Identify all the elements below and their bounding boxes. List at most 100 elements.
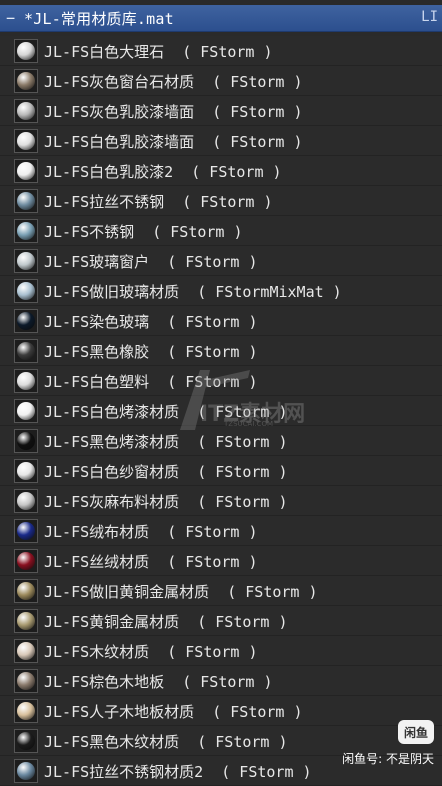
material-preview-icon [14,519,38,543]
material-row[interactable]: JL-FS玻璃窗户 ( FStorm ) [0,246,442,276]
material-label: JL-FS人子木地板材质 ( FStorm ) [44,703,303,721]
material-sphere-icon [17,462,35,480]
material-preview-icon [14,399,38,423]
material-row[interactable]: JL-FS黄铜金属材质 ( FStorm ) [0,606,442,636]
library-title: *JL-常用材质库.mat [24,9,174,28]
material-label: JL-FS染色玻璃 ( FStorm ) [44,313,258,331]
material-row[interactable]: JL-FS白色烤漆材质 ( FStorm ) [0,396,442,426]
material-label: JL-FS绒布材质 ( FStorm ) [44,523,258,541]
material-list: JL-FS白色大理石 ( FStorm ) JL-FS灰色窗台石材质 ( FSto… [0,36,442,786]
material-preview-icon [14,729,38,753]
material-label: JL-FS灰色窗台石材质 ( FStorm ) [44,73,303,91]
material-label: JL-FS黄铜金属材质 ( FStorm ) [44,613,288,631]
material-row[interactable]: JL-FS做旧黄铜金属材质 ( FStorm ) [0,576,442,606]
material-row[interactable]: JL-FS黑色橡胶 ( FStorm ) [0,336,442,366]
material-label: JL-FS做旧玻璃材质 ( FStormMixMat ) [44,283,342,301]
material-label: JL-FS做旧黄铜金属材质 ( FStorm ) [44,583,318,601]
material-row[interactable]: JL-FS不锈钢 ( FStorm ) [0,216,442,246]
material-preview-icon [14,219,38,243]
material-preview-icon [14,99,38,123]
material-row[interactable]: JL-FS灰色乳胶漆墙面 ( FStorm ) [0,96,442,126]
material-label: JL-FS丝绒材质 ( FStorm ) [44,553,258,571]
material-label: JL-FS白色乳胶漆墙面 ( FStorm ) [44,133,303,151]
material-preview-icon [14,459,38,483]
material-sphere-icon [17,252,35,270]
material-library-panel: − *JL-常用材质库.mat LI JL-FS白色大理石 ( FStorm )… [0,0,442,786]
material-sphere-icon [17,612,35,630]
material-sphere-icon [17,402,35,420]
material-preview-icon [14,699,38,723]
material-preview-icon [14,759,38,783]
material-label: JL-FS拉丝不锈钢材质2 ( FStorm ) [44,763,312,781]
material-sphere-icon [17,552,35,570]
material-preview-icon [14,429,38,453]
header-right-label: LI [421,9,438,25]
material-row[interactable]: JL-FS丝绒材质 ( FStorm ) [0,546,442,576]
material-preview-icon [14,249,38,273]
material-sphere-icon [17,132,35,150]
collapse-toggle-icon[interactable]: − [6,9,18,27]
material-row[interactable]: JL-FS棕色木地板 ( FStorm ) [0,666,442,696]
material-label: JL-FS黑色橡胶 ( FStorm ) [44,343,258,361]
material-preview-icon [14,639,38,663]
material-sphere-icon [17,372,35,390]
material-row[interactable]: JL-FS白色乳胶漆墙面 ( FStorm ) [0,126,442,156]
material-label: JL-FS不锈钢 ( FStorm ) [44,223,243,241]
material-sphere-icon [17,282,35,300]
material-sphere-icon [17,582,35,600]
material-sphere-icon [17,42,35,60]
material-row[interactable]: JL-FS黑色烤漆材质 ( FStorm ) [0,426,442,456]
material-row[interactable]: JL-FS做旧玻璃材质 ( FStormMixMat ) [0,276,442,306]
material-sphere-icon [17,672,35,690]
material-preview-icon [14,489,38,513]
material-preview-icon [14,69,38,93]
material-row[interactable]: JL-FS灰麻布料材质 ( FStorm ) [0,486,442,516]
material-label: JL-FS玻璃窗户 ( FStorm ) [44,253,258,271]
material-preview-icon [14,669,38,693]
material-sphere-icon [17,102,35,120]
material-row[interactable]: JL-FS木纹材质 ( FStorm ) [0,636,442,666]
material-label: JL-FS灰麻布料材质 ( FStorm ) [44,493,288,511]
material-label: JL-FS白色大理石 ( FStorm ) [44,43,273,61]
material-sphere-icon [17,732,35,750]
material-label: JL-FS白色塑料 ( FStorm ) [44,373,258,391]
material-preview-icon [14,129,38,153]
material-row[interactable]: JL-FS绒布材质 ( FStorm ) [0,516,442,546]
material-sphere-icon [17,642,35,660]
material-preview-icon [14,309,38,333]
material-row[interactable]: JL-FS染色玻璃 ( FStorm ) [0,306,442,336]
material-sphere-icon [17,522,35,540]
material-preview-icon [14,39,38,63]
material-row[interactable]: JL-FS人子木地板材质 ( FStorm ) [0,696,442,726]
material-preview-icon [14,549,38,573]
material-label: JL-FS灰色乳胶漆墙面 ( FStorm ) [44,103,303,121]
material-preview-icon [14,189,38,213]
library-header[interactable]: − *JL-常用材质库.mat LI [0,5,442,32]
material-sphere-icon [17,222,35,240]
material-row[interactable]: JL-FS拉丝不锈钢 ( FStorm ) [0,186,442,216]
material-label: JL-FS白色乳胶漆2 ( FStorm ) [44,163,282,181]
material-row[interactable]: JL-FS灰色窗台石材质 ( FStorm ) [0,66,442,96]
material-sphere-icon [17,432,35,450]
material-sphere-icon [17,762,35,780]
material-label: JL-FS黑色烤漆材质 ( FStorm ) [44,433,288,451]
material-label: JL-FS棕色木地板 ( FStorm ) [44,673,273,691]
material-sphere-icon [17,702,35,720]
material-row[interactable]: JL-FS白色纱窗材质 ( FStorm ) [0,456,442,486]
material-row[interactable]: JL-FS白色大理石 ( FStorm ) [0,36,442,66]
material-row[interactable]: JL-FS白色塑料 ( FStorm ) [0,366,442,396]
material-row[interactable]: JL-FS白色乳胶漆2 ( FStorm ) [0,156,442,186]
xianyu-id-text: 闲鱼号: 不是阴天 [342,752,434,766]
material-preview-icon [14,279,38,303]
material-sphere-icon [17,342,35,360]
material-preview-icon [14,159,38,183]
material-sphere-icon [17,192,35,210]
material-preview-icon [14,609,38,633]
material-preview-icon [14,579,38,603]
material-sphere-icon [17,312,35,330]
material-sphere-icon [17,492,35,510]
xianyu-badge: 闲鱼 [398,720,434,744]
material-sphere-icon [17,162,35,180]
material-sphere-icon [17,72,35,90]
material-label: JL-FS拉丝不锈钢 ( FStorm ) [44,193,273,211]
